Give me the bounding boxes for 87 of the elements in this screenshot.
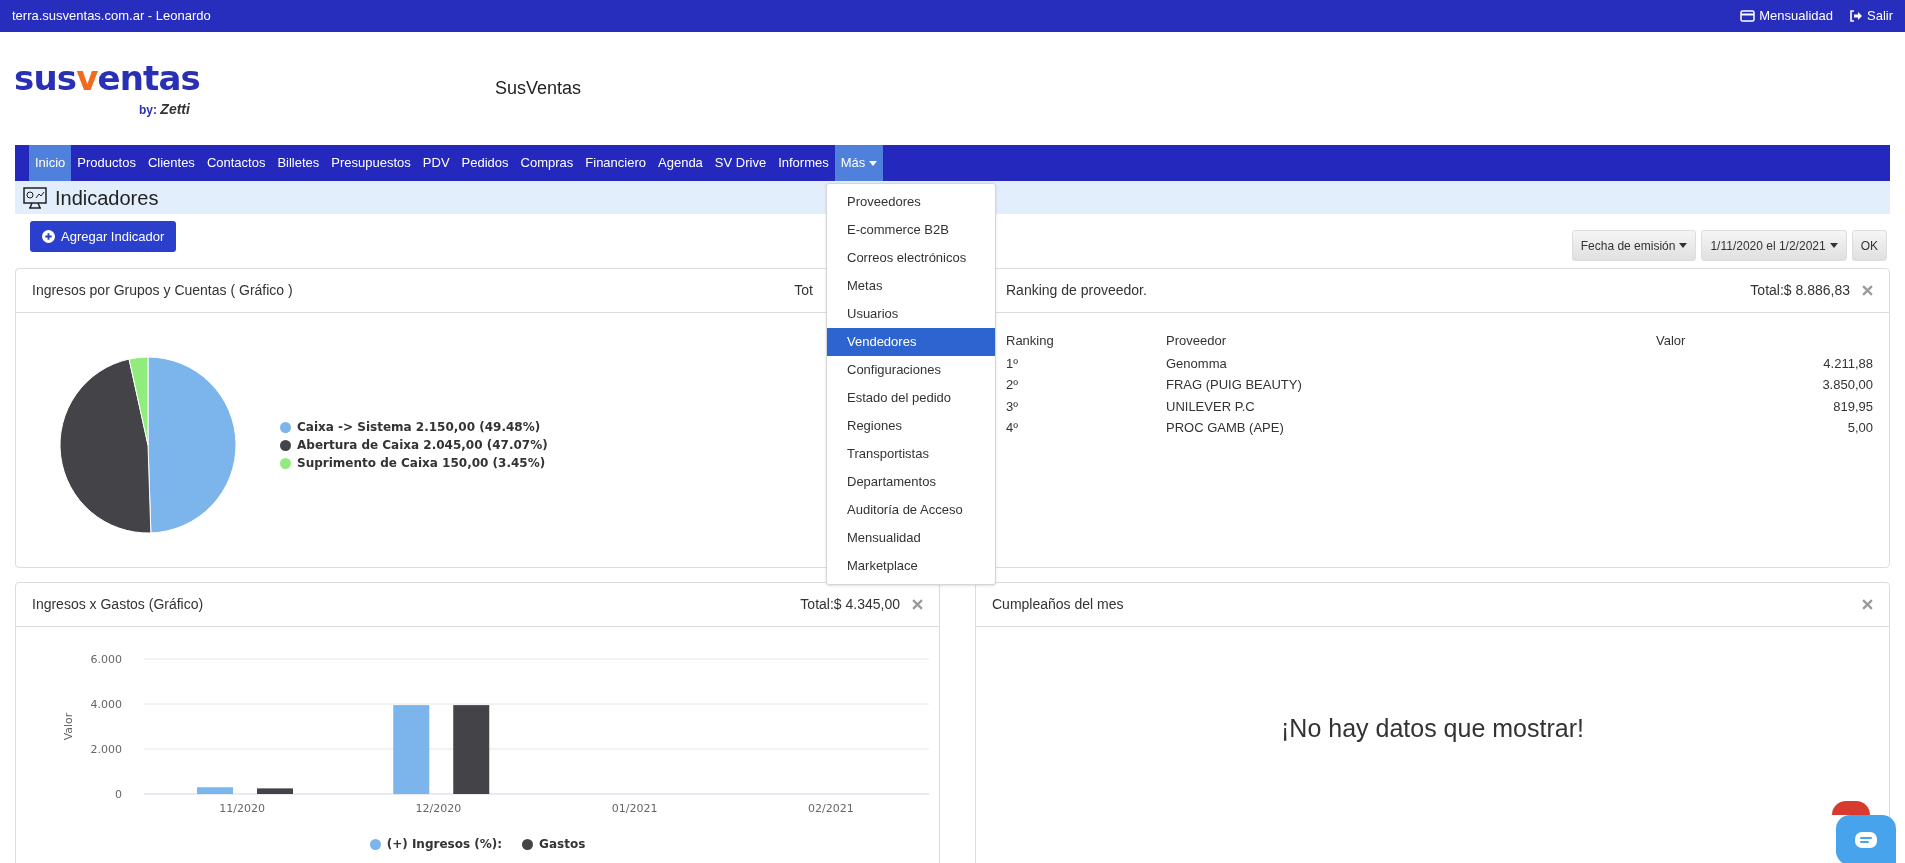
page-title: Indicadores [55,185,159,211]
nav-tab[interactable]: Compras [514,145,580,181]
legend-label: (+) Ingresos (%): [386,836,503,853]
nav-tab[interactable]: Pedidos [455,145,515,181]
table-cell-text: 2º [1005,376,1019,394]
panel-total: Tot [794,281,813,300]
menu-item[interactable]: Vendedores [827,328,995,356]
nav-tab[interactable]: Presupuestos [325,145,417,181]
table-cell-text: PROC GAMB (APE) [1166,419,1285,437]
app-title: SusVentas [494,77,581,100]
panel-title: Ingresos por Grupos y Cuentas ( Gráfico ) [32,281,293,300]
sign-out-icon [1849,10,1863,22]
legend-label: Suprimento de Caixa 150,00 (3.45%) [297,455,546,472]
menu-item[interactable]: E-commerce B2B [827,216,995,244]
table-cell-text: 4º [1005,419,1019,437]
nav-tab[interactable]: Informes [772,145,835,181]
empty-message: ¡No hay datos que mostrar! [1281,713,1584,745]
column-header: Valor [1656,332,1687,350]
menu-item[interactable]: Departamentos [827,468,995,496]
y-tick-label: 6.000 [90,653,122,666]
nav-tab[interactable]: Inicio [29,145,72,181]
table-cell-text: 819,95 [1832,397,1874,416]
nav-tab[interactable]: Clientes [141,145,201,181]
bar [257,788,293,794]
date-range-dropdown[interactable]: 1/11/2020 el 1/2/2021 [1701,230,1847,261]
table-cell-text: 4.211,88 [1822,354,1874,373]
close-icon[interactable] [1862,285,1873,296]
plus-circle-icon [42,230,55,243]
legend-label: Gastos [539,836,586,853]
monitor-chart-icon [23,186,47,209]
menu-item[interactable]: Marketplace [827,552,995,580]
legend-label: Caixa -> Sistema 2.150,00 (49.48%) [297,419,541,436]
ok-button[interactable]: OK [1851,230,1887,261]
nav-tab[interactable]: PDV [416,145,456,181]
site-user-label: terra.susventas.com.ar - Leonardo [12,7,211,26]
table-cell-text: UNILEVER P.C [1166,397,1256,416]
table-cell-text: 5,00 [1846,419,1874,437]
add-indicator-button[interactable]: Agregar Indicador [30,221,177,252]
table-cell-text: 3º [1005,397,1019,416]
menu-item[interactable]: Transportistas [827,440,995,468]
menu-item[interactable]: Auditoría de Acceso [827,496,995,524]
x-tick-label: 01/2021 [611,802,658,815]
y-tick-label: 4.000 [90,698,122,711]
x-tick-label: 02/2021 [808,802,854,815]
table-cell-text: FRAG (PUIG BEAUTY) [1166,376,1303,394]
menu-item[interactable]: Metas [827,272,995,300]
panel-title: Cumpleaños del mes [992,595,1124,614]
chat-button[interactable] [1836,815,1896,863]
column-header: Ranking [1005,332,1055,350]
panel-title: Ingresos x Gastos (Gráfico) [32,595,204,614]
panel-total: Total:$ 8.886,83 [1750,281,1850,300]
menu-item[interactable]: Proveedores [827,188,995,216]
legend-label: Abertura de Caixa 2.045,00 (47.07%) [297,437,548,454]
nav-tab[interactable]: Agenda [652,145,709,181]
chat-icon [1854,831,1878,849]
x-tick-label: 11/2020 [219,802,265,815]
nav-tab[interactable]: Productos [71,145,142,181]
nav-tab[interactable]: Billetes [271,145,326,181]
nav-tab[interactable]: Financiero [579,145,652,181]
top-link[interactable]: Mensualidad [1740,6,1833,26]
date-type-dropdown[interactable]: Fecha de emisión [1571,230,1697,261]
nav-tab[interactable]: Contactos [200,145,272,181]
menu-item[interactable]: Mensualidad [827,524,995,552]
y-axis-title: Valor [62,712,75,741]
table-cell-text: 3.850,00 [1821,376,1874,394]
menu-item[interactable]: Correos electrónicos [827,244,995,272]
y-tick-label: 2.000 [90,743,122,756]
logo: susventas by: Zetti [14,57,200,119]
close-icon[interactable] [912,599,923,610]
y-tick-label: 0 [115,788,122,801]
caret-icon [1679,243,1688,248]
x-tick-label: 12/2020 [415,802,462,815]
menu-item[interactable]: Estado del pedido [827,384,995,412]
menu-item[interactable]: Regiones [827,412,995,440]
nav-tab[interactable]: Más [834,145,884,181]
caret-icon [1829,243,1838,248]
top-link[interactable]: Salir [1849,6,1893,26]
credit-card-icon [1740,10,1756,22]
close-icon[interactable] [1862,599,1873,610]
column-header: Proveedor [1166,329,1656,353]
menu-item[interactable]: Usuarios [827,300,995,328]
panel-title: Ranking de proveedor. [1006,281,1147,300]
table-cell-text: Genomma [1166,354,1228,373]
panel-total: Total:$ 4.345,00 [800,595,900,614]
caret-icon [869,160,878,166]
bar [197,787,233,794]
nav-tab[interactable]: SV Drive [708,145,773,181]
